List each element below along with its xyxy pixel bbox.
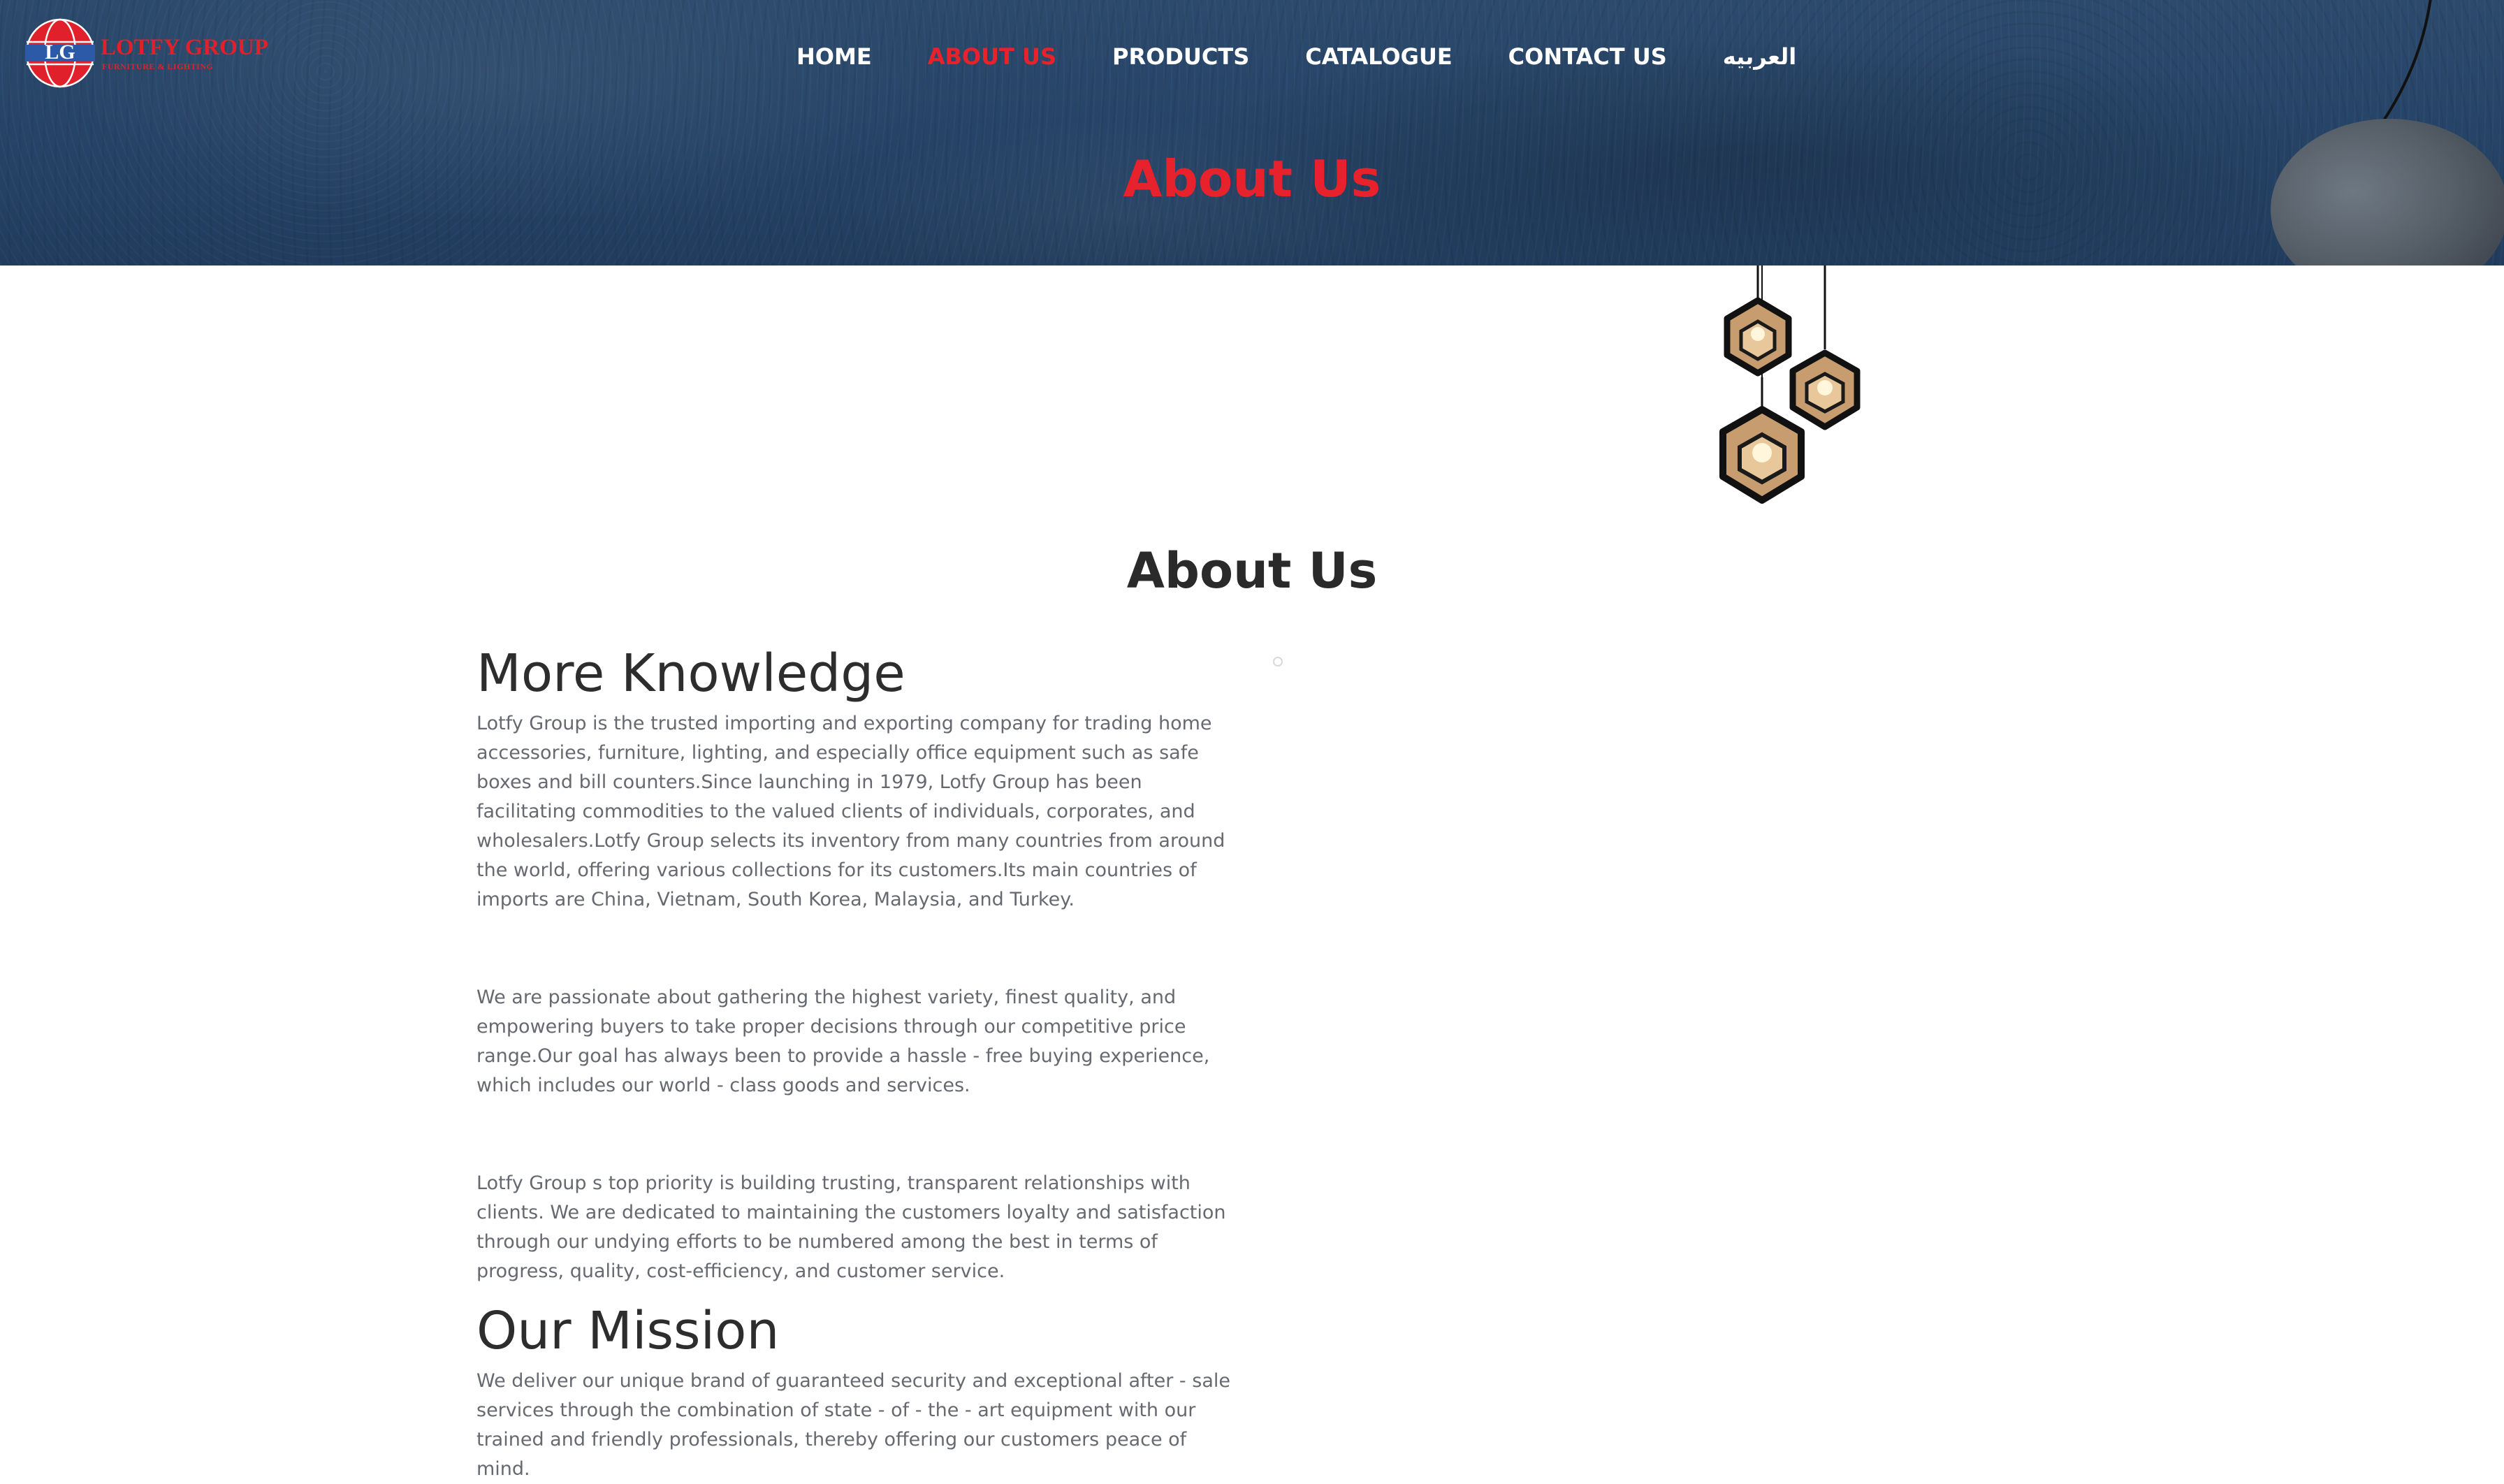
nav-products[interactable]: PRODUCTS (1112, 43, 1249, 70)
pendant-lights-image (1719, 265, 1861, 504)
hero-texture (0, 0, 2504, 265)
logo[interactable]: LG LOTFY GROUP FURNITURE & LIGHTING (24, 17, 268, 89)
section-title: About Us (1126, 542, 1378, 599)
nav-home[interactable]: HOME (796, 43, 872, 70)
about-paragraph-3: Lotfy Group s top priority is building t… (476, 1172, 1226, 1282)
nav-catalogue[interactable]: CATALOGUE (1305, 43, 1452, 70)
nav-arabic[interactable]: العربيه (1723, 43, 1796, 70)
mission-paragraph: We deliver our unique brand of guarantee… (476, 1369, 1230, 1480)
nav-contact-us[interactable]: CONTACT US (1508, 43, 1667, 70)
about-paragraph-2: We are passionate about gathering the hi… (476, 986, 1210, 1096)
logo-initials: LG (45, 41, 75, 64)
mission-heading: Our Mission (476, 1300, 780, 1361)
logo-name: LOTFY GROUP (101, 35, 268, 60)
loading-indicator-icon (1273, 657, 1283, 667)
about-paragraph-1: Lotfy Group is the trusted importing and… (476, 712, 1225, 910)
hero-banner: LG LOTFY GROUP FURNITURE & LIGHTING HOME… (0, 0, 2504, 265)
hero-title: About Us (1123, 150, 1381, 208)
nav-about-us[interactable]: ABOUT US (928, 43, 1056, 70)
about-content: More Knowledge Lotfy Group is the truste… (476, 643, 1238, 1484)
globe-logo-icon: LG (25, 18, 95, 88)
main-nav: HOME ABOUT US PRODUCTS CATALOGUE CONTACT… (796, 43, 1796, 70)
knowledge-heading: More Knowledge (476, 643, 905, 704)
lamp-cord-icon (2381, 0, 2432, 124)
logo-tagline: FURNITURE & LIGHTING (102, 61, 214, 71)
